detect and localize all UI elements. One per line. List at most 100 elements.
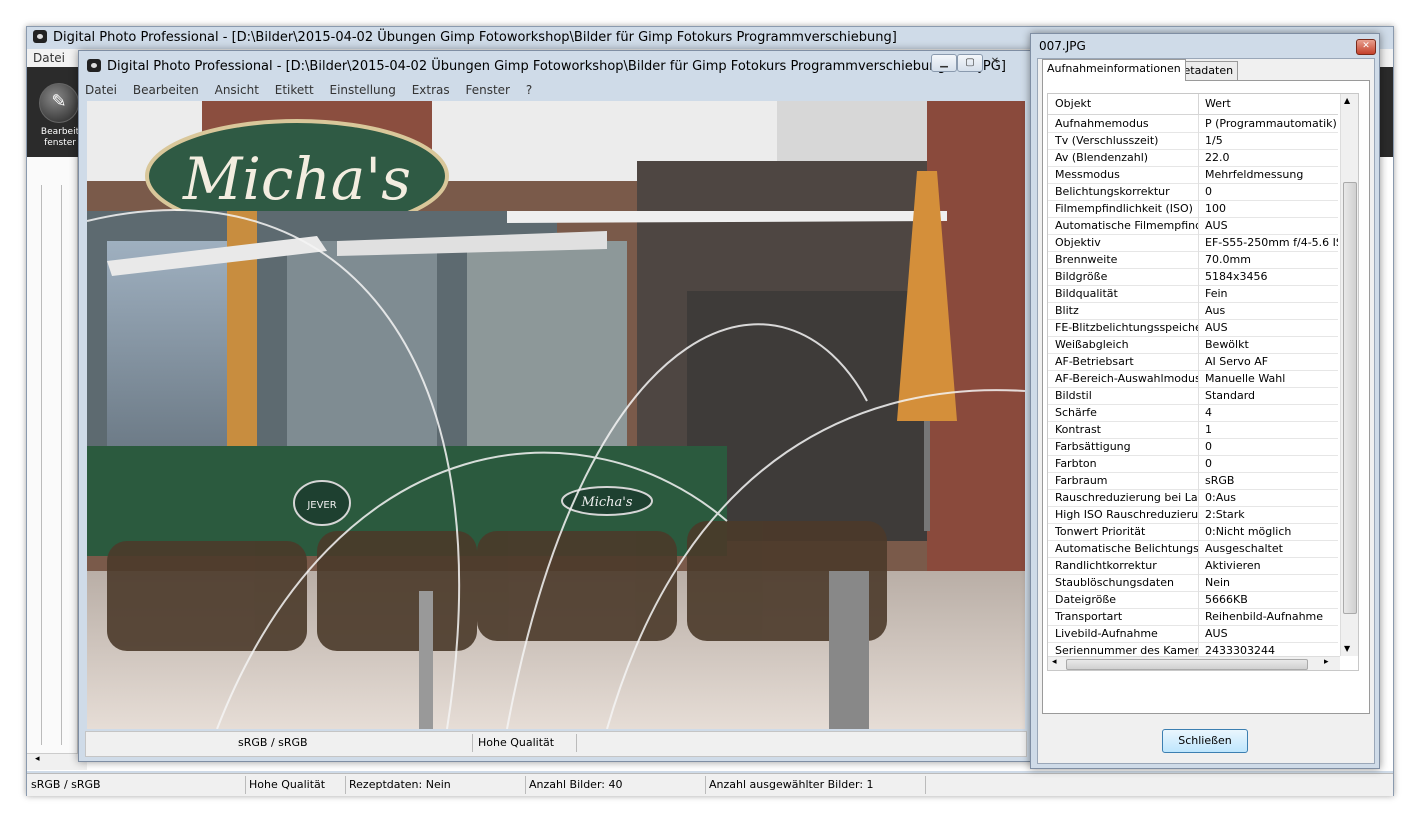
table-row[interactable]: AF-Bereich-Auswahlmodus Manuelle Wahl (1048, 370, 1338, 388)
table-row[interactable]: Aufnahmemodus P (Programmautomatik) (1048, 115, 1338, 133)
cell-wert: Mehrfeldmessung (1205, 168, 1304, 181)
table-row[interactable]: Automatische Belichtungso… Ausgeschaltet (1048, 540, 1338, 558)
menu-extras[interactable]: Extras (412, 83, 450, 97)
cell-objekt: Livebild-Aufnahme (1055, 627, 1158, 640)
info-table[interactable]: Objekt Wert Aufnahmemodus P (Programmauto… (1047, 93, 1359, 671)
cell-divider (1198, 421, 1199, 438)
close-icon[interactable]: ✕ (1356, 39, 1376, 55)
cell-wert: 0 (1205, 185, 1212, 198)
table-row[interactable]: AF-Betriebsart AI Servo AF (1048, 353, 1338, 371)
cell-divider (1198, 285, 1199, 302)
close-icon[interactable]: ✕ (983, 54, 1007, 70)
table-row[interactable]: Staublöschungsdaten Nein (1048, 574, 1338, 592)
app-icon (87, 59, 101, 72)
table-row[interactable]: Objektiv EF-S55-250mm f/4-5.6 IS II (1048, 234, 1338, 252)
table-row[interactable]: Dateigröße 5666KB (1048, 591, 1338, 609)
cell-divider (1198, 608, 1199, 625)
table-row[interactable]: Automatische Filmempfindli… AUS (1048, 217, 1338, 235)
table-row[interactable]: High ISO Rauschreduzierung 2:Stark (1048, 506, 1338, 524)
menu-datei[interactable]: Datei (85, 83, 117, 97)
cell-objekt: Blitz (1055, 304, 1079, 317)
cell-wert: AUS (1205, 321, 1228, 334)
column-divider[interactable] (1198, 94, 1199, 114)
table-row[interactable]: Schärfe 4 (1048, 404, 1338, 422)
main-statusbar: sRGB / sRGB Hohe Qualität Rezeptdaten: N… (27, 773, 1393, 796)
cell-objekt: Kontrast (1055, 423, 1101, 436)
scroll-right-icon[interactable]: ▸ (1324, 657, 1329, 667)
table-row[interactable]: Farbraum sRGB (1048, 472, 1338, 490)
table-row[interactable]: Farbsättigung 0 (1048, 438, 1338, 456)
menu-bearbeiten[interactable]: Bearbeiten (133, 83, 199, 97)
table-row[interactable]: Weißabgleich Bewölkt (1048, 336, 1338, 354)
table-row[interactable]: Tv (Verschlusszeit) 1/5 (1048, 132, 1338, 150)
table-row[interactable]: Bildstil Standard (1048, 387, 1338, 405)
cell-divider (1198, 132, 1199, 149)
cell-divider (1198, 591, 1199, 608)
scroll-down-icon[interactable]: ▼ (1344, 644, 1350, 653)
column-header-objekt[interactable]: Objekt (1055, 94, 1091, 114)
cell-divider (1198, 319, 1199, 336)
cell-divider (1198, 268, 1199, 285)
scroll-left-icon[interactable]: ◂ (35, 754, 40, 764)
tab-aufnahmeinformationen[interactable]: Aufnahmeinformationen (1042, 59, 1186, 81)
table-row[interactable]: Rauschreduzierung bei Lan… 0:Aus (1048, 489, 1338, 507)
table-row[interactable]: Farbton 0 (1048, 455, 1338, 473)
photo-preview[interactable]: Micha's JEVER Micha's (87, 101, 1025, 729)
cell-objekt: AF-Bereich-Auswahlmodus (1055, 372, 1199, 385)
cell-wert: 100 (1205, 202, 1226, 215)
minimize-button[interactable]: ▁ (931, 54, 957, 72)
scroll-left-icon[interactable]: ◂ (1052, 657, 1057, 667)
cell-divider (1198, 336, 1199, 353)
table-row[interactable]: Bildgröße 5184x3456 (1048, 268, 1338, 286)
menu-help[interactable]: ? (526, 83, 532, 97)
table-row[interactable]: Transportart Reihenbild-Aufnahme (1048, 608, 1338, 626)
horizontal-scrollbar[interactable]: ◂ ▸ (1048, 656, 1340, 670)
table-row[interactable]: Tonwert Priorität 0:Nicht möglich (1048, 523, 1338, 541)
cell-divider (1198, 353, 1199, 370)
maximize-button[interactable]: ▢ (957, 54, 983, 72)
cell-divider (1198, 540, 1199, 557)
table-row[interactable]: Messmodus Mehrfeldmessung (1048, 166, 1338, 184)
cell-objekt: Bildqualität (1055, 287, 1118, 300)
menu-fenster[interactable]: Fenster (465, 83, 510, 97)
table-row[interactable]: Blitz Aus (1048, 302, 1338, 320)
sign-text: Micha's (182, 145, 411, 213)
table-row[interactable]: Livebild-Aufnahme AUS (1048, 625, 1338, 643)
table-row[interactable]: FE-Blitzbelichtungsspeicher… AUS (1048, 319, 1338, 337)
table-row[interactable]: Randlichtkorrektur Aktivieren (1048, 557, 1338, 575)
table-row[interactable]: Filmempfindlichkeit (ISO) 100 (1048, 200, 1338, 218)
table-row[interactable]: Bildqualität Fein (1048, 285, 1338, 303)
status-separator (925, 776, 926, 794)
cell-divider (1198, 387, 1199, 404)
badge-text: JEVER (306, 500, 336, 511)
cell-objekt: Farbraum (1055, 474, 1108, 487)
scrollbar-thumb[interactable] (1343, 182, 1357, 614)
panel-line (61, 185, 62, 745)
cell-divider (1198, 438, 1199, 455)
edit-window-icon[interactable]: ✎ (39, 83, 79, 123)
scrollbar-thumb[interactable] (1066, 659, 1308, 670)
cell-wert: Reihenbild-Aufnahme (1205, 610, 1324, 623)
cell-objekt: Weißabgleich (1055, 338, 1129, 351)
table-row[interactable]: Kontrast 1 (1048, 421, 1338, 439)
column-header-wert[interactable]: Wert (1205, 94, 1231, 114)
table-row[interactable]: Av (Blendenzahl) 22.0 (1048, 149, 1338, 167)
edit-window-title: Digital Photo Professional - [D:\Bilder\… (87, 59, 1006, 74)
cell-wert: Aktivieren (1205, 559, 1261, 572)
cell-wert: 70.0mm (1205, 253, 1251, 266)
table-row[interactable]: Brennweite 70.0mm (1048, 251, 1338, 269)
scroll-up-icon[interactable]: ▲ (1344, 96, 1350, 105)
table-row[interactable]: Belichtungskorrektur 0 (1048, 183, 1338, 201)
image-info-dialog: 007.JPG ✕ Aufnahmeinformationen Metadate… (1030, 33, 1380, 769)
cell-divider (1198, 455, 1199, 472)
menu-datei[interactable]: Datei (33, 51, 65, 65)
close-button[interactable]: Schließen (1162, 729, 1248, 753)
menu-etikett[interactable]: Etikett (275, 83, 314, 97)
vertical-scrollbar[interactable]: ▲ ▼ (1340, 94, 1358, 656)
cell-objekt: Transportart (1055, 610, 1123, 623)
table-header: Objekt Wert (1048, 94, 1338, 115)
menu-einstellung[interactable]: Einstellung (330, 83, 396, 97)
edit-statusbar: sRGB / sRGB Hohe Qualität (85, 731, 1027, 757)
menu-ansicht[interactable]: Ansicht (215, 83, 259, 97)
status-quality: Hohe Qualität (249, 778, 326, 791)
